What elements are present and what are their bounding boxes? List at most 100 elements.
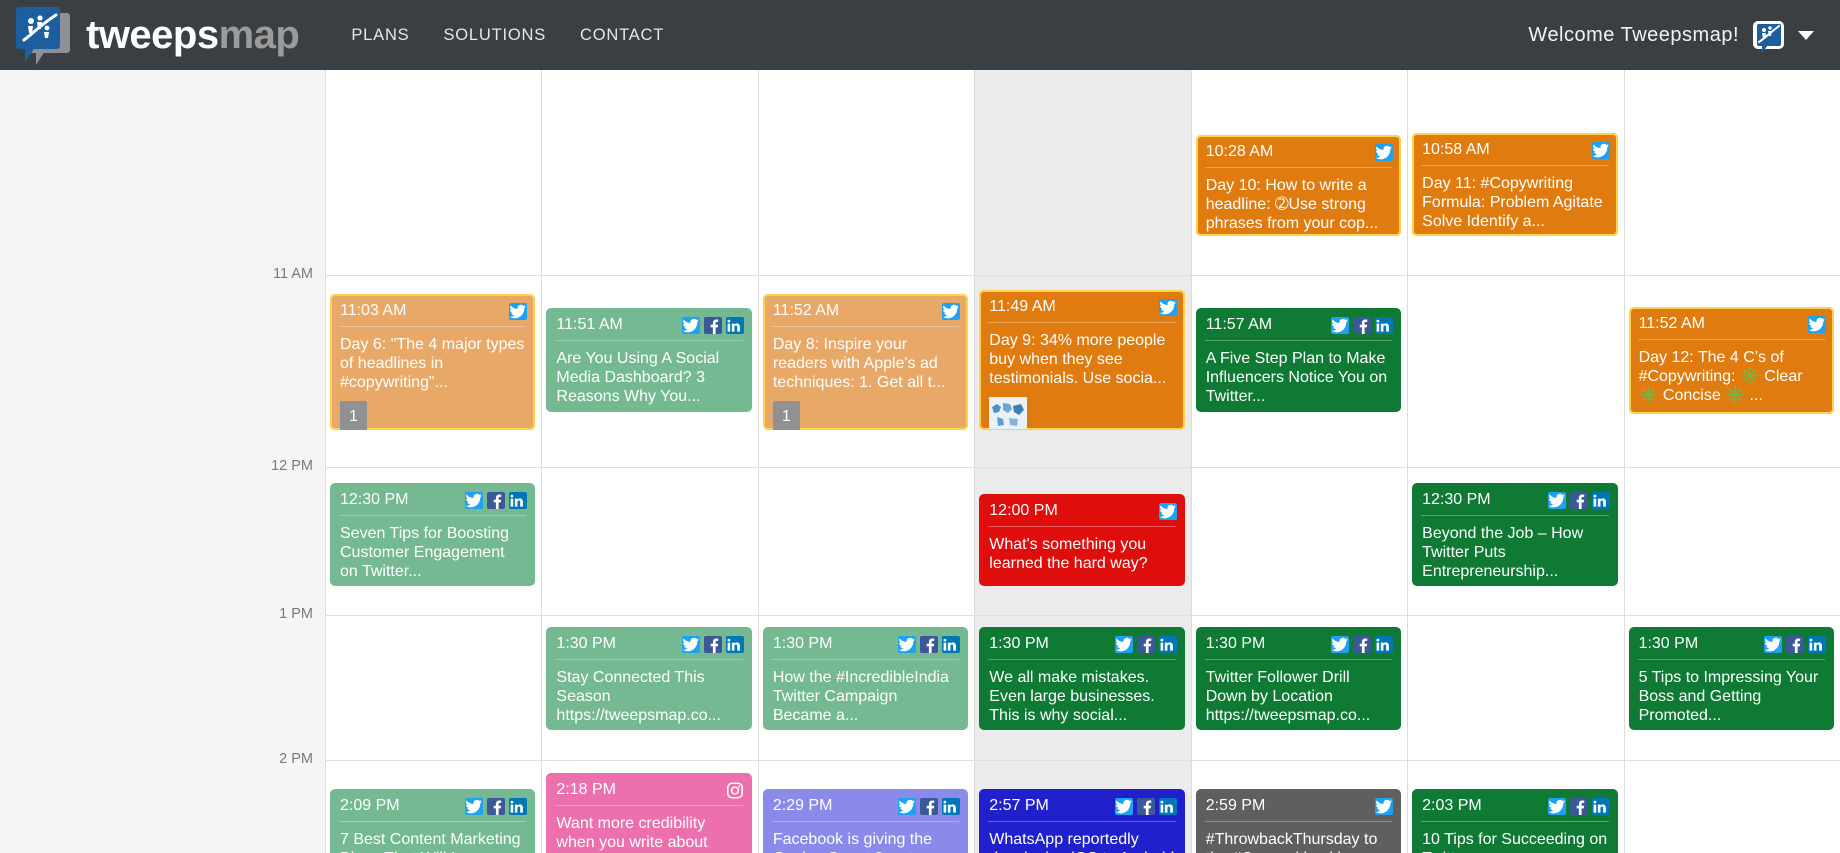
calendar-event[interactable]: 1:30 PM We all make mistakes. Even large …: [979, 627, 1185, 730]
twitter-icon[interactable]: [509, 302, 528, 320]
twitter-icon[interactable]: [1331, 316, 1350, 334]
event-time: 12:30 PM: [1422, 491, 1491, 508]
twitter-icon[interactable]: [1375, 143, 1394, 161]
facebook-icon[interactable]: [1785, 635, 1804, 653]
calendar-event[interactable]: 1:30 PM How the #IncredibleIndia Twitter …: [762, 627, 969, 730]
nav-item-plans[interactable]: PLANS: [351, 26, 409, 45]
calendar-event[interactable]: 1:30 PM Stay Connected This Season https:…: [546, 627, 752, 730]
facebook-icon[interactable]: [1569, 797, 1588, 815]
event-header: 2:18 PM: [546, 773, 751, 805]
twitter-icon[interactable]: [942, 302, 961, 320]
event-network-icons: [898, 635, 961, 653]
facebook-icon[interactable]: [920, 635, 939, 653]
calendar-event[interactable]: 10:58 AM Day 11: #Copywriting Formula: Pr…: [1412, 133, 1618, 236]
event-network-icons: [681, 316, 744, 334]
calendar-event[interactable]: 11:51 AM Are You Using A Social Media Das…: [546, 308, 752, 412]
twitter-icon[interactable]: [1807, 315, 1826, 333]
hour-label: 12 PM: [271, 458, 313, 474]
calendar-week-view: 11 AM 12 PM 1 PM 2 PM 10:28 AM Day 10: How t…: [0, 70, 1840, 853]
facebook-icon[interactable]: [487, 491, 506, 509]
twitter-icon[interactable]: [1331, 635, 1350, 653]
linkedin-icon[interactable]: [942, 797, 961, 815]
calendar-event[interactable]: 11:03 AM Day 6: "The 4 major types of hea…: [330, 294, 536, 430]
nav-item-contact[interactable]: CONTACT: [580, 26, 664, 45]
facebook-icon[interactable]: [1569, 491, 1588, 509]
calendar-event[interactable]: 11:52 AM Day 8: Inspire your readers with…: [762, 294, 969, 430]
twitter-icon[interactable]: [1591, 141, 1610, 159]
chevron-down-icon[interactable]: [1798, 30, 1814, 40]
event-time: 12:00 PM: [989, 502, 1058, 519]
day-column[interactable]: [325, 70, 541, 853]
day-column[interactable]: [541, 70, 757, 853]
twitter-icon[interactable]: [898, 635, 917, 653]
twitter-icon[interactable]: [1375, 797, 1394, 815]
day-column[interactable]: [1623, 70, 1840, 853]
linkedin-icon[interactable]: [1375, 635, 1394, 653]
day-column[interactable]: [974, 70, 1191, 853]
twitter-icon[interactable]: [465, 491, 484, 509]
facebook-icon[interactable]: [703, 316, 722, 334]
event-time: 1:30 PM: [1205, 635, 1266, 652]
twitter-icon[interactable]: [465, 797, 484, 815]
user-avatar-icon[interactable]: [1753, 21, 1784, 53]
calendar-event[interactable]: 11:57 AM A Five Step Plan to Make Influen…: [1195, 308, 1402, 412]
event-text: Day 9: 34% more people buy when they see…: [989, 332, 1167, 388]
linkedin-icon[interactable]: [725, 316, 744, 334]
twitter-icon[interactable]: [1158, 502, 1177, 520]
facebook-icon[interactable]: [1353, 316, 1372, 334]
event-time: 2:03 PM: [1422, 797, 1482, 814]
facebook-icon[interactable]: [1136, 635, 1155, 653]
calendar-event[interactable]: 2:57 PM WhatsApp reportedly developing iO…: [979, 789, 1185, 853]
facebook-icon[interactable]: [487, 797, 506, 815]
event-text: Want more credibility when you write abo…: [556, 815, 708, 852]
brand-logo[interactable]: tweepsmap: [14, 7, 300, 65]
event-attachment-count-badge: 1: [772, 400, 800, 430]
twitter-icon[interactable]: [1158, 298, 1177, 316]
event-time: 2:29 PM: [772, 797, 833, 814]
event-header: 2:59 PM: [1196, 789, 1401, 821]
welcome-message: Welcome Tweepsmap!: [1528, 23, 1739, 46]
linkedin-icon[interactable]: [942, 635, 961, 653]
twitter-icon[interactable]: [1114, 797, 1133, 815]
event-text: 10 Tips for Succeeding on Twitter https:…: [1422, 831, 1608, 853]
calendar-event[interactable]: 11:52 AM Day 12: The 4 C’s of #Copywritin…: [1628, 307, 1834, 414]
calendar-event[interactable]: 2:03 PM 10 Tips for Succeeding on Twitter…: [1412, 789, 1618, 853]
calendar-event[interactable]: 12:30 PM Seven Tips for Boosting Customer…: [330, 483, 536, 586]
twitter-icon[interactable]: [681, 635, 700, 653]
twitter-icon[interactable]: [681, 316, 700, 334]
linkedin-icon[interactable]: [1158, 797, 1177, 815]
twitter-icon[interactable]: [898, 797, 917, 815]
facebook-icon[interactable]: [1136, 797, 1155, 815]
calendar-event[interactable]: 2:09 PM 7 Best Content Marketing Blogs Th…: [330, 789, 536, 853]
day-column[interactable]: [757, 70, 974, 853]
event-network-icons: [1114, 635, 1177, 653]
calendar-event[interactable]: 2:18 PM Want more credibility when you wr…: [546, 773, 752, 853]
calendar-event[interactable]: 1:30 PM Twitter Follower Drill Down by Lo…: [1195, 627, 1402, 730]
calendar-event[interactable]: 1:30 PM 5 Tips to Impressing Your Boss an…: [1628, 627, 1834, 730]
twitter-icon[interactable]: [1763, 635, 1782, 653]
calendar-event[interactable]: 2:29 PM Facebook is giving the Oculus Que…: [762, 789, 969, 853]
event-header: 1:30 PM: [763, 627, 968, 659]
twitter-icon[interactable]: [1114, 635, 1133, 653]
facebook-icon[interactable]: [1353, 635, 1372, 653]
linkedin-icon[interactable]: [1591, 491, 1610, 509]
facebook-icon[interactable]: [703, 635, 722, 653]
twitter-icon[interactable]: [1547, 797, 1566, 815]
linkedin-icon[interactable]: [1158, 635, 1177, 653]
linkedin-icon[interactable]: [1375, 316, 1394, 334]
calendar-event[interactable]: 12:30 PM Beyond the Job – How Twitter Put…: [1412, 483, 1618, 586]
linkedin-icon[interactable]: [509, 491, 528, 509]
instagram-icon[interactable]: [726, 782, 744, 799]
linkedin-icon[interactable]: [1591, 797, 1610, 815]
twitter-icon[interactable]: [1547, 491, 1566, 509]
calendar-event[interactable]: 11:49 AM Day 9: 34% more people buy when …: [979, 290, 1185, 430]
calendar-event[interactable]: 10:28 AM Day 10: How to write a headline:…: [1195, 135, 1402, 236]
linkedin-icon[interactable]: [509, 797, 528, 815]
event-network-icons: [1763, 635, 1826, 653]
linkedin-icon[interactable]: [725, 635, 744, 653]
calendar-event[interactable]: 12:00 PM What's something you learned the…: [979, 494, 1185, 586]
calendar-event[interactable]: 2:59 PM #ThrowbackThursday to the #Copywr…: [1195, 789, 1402, 853]
nav-item-solutions[interactable]: SOLUTIONS: [443, 26, 546, 45]
linkedin-icon[interactable]: [1807, 635, 1826, 653]
facebook-icon[interactable]: [920, 797, 939, 815]
